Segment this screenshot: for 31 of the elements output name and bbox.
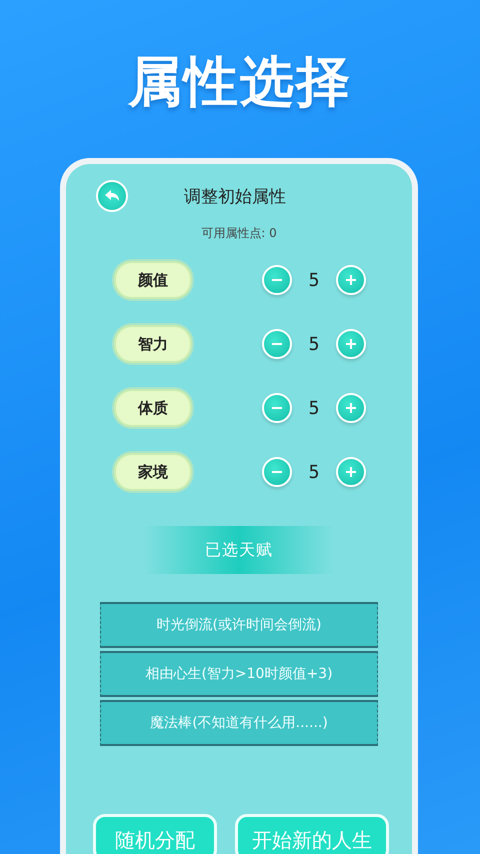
- increase-button[interactable]: [336, 457, 366, 487]
- back-arrow-icon: [105, 190, 119, 202]
- random-button[interactable]: 随机分配: [93, 814, 217, 854]
- decrease-button[interactable]: [262, 265, 292, 295]
- plus-icon: [345, 274, 357, 286]
- available-points: 可用属性点: 0: [200, 225, 278, 242]
- attribute-label: 体质: [114, 389, 192, 427]
- attribute-label: 家境: [114, 453, 192, 491]
- attribute-label: 智力: [114, 325, 192, 363]
- panel-title: 调整初始属性: [184, 186, 286, 208]
- attribute-value: 5: [308, 334, 320, 354]
- decrease-button[interactable]: [262, 393, 292, 423]
- attribute-value: 5: [308, 270, 320, 290]
- page-title: 属性选择: [126, 49, 353, 112]
- decrease-button[interactable]: [262, 457, 292, 487]
- talent-item: 时光倒流(或许时间会倒流): [100, 602, 378, 648]
- back-button[interactable]: [96, 180, 128, 212]
- attribute-value: 5: [308, 462, 320, 482]
- talents-heading: 已选天赋: [144, 526, 334, 574]
- plus-icon: [345, 402, 357, 414]
- increase-button[interactable]: [336, 393, 366, 423]
- increase-button[interactable]: [336, 329, 366, 359]
- attribute-value: 5: [308, 398, 320, 418]
- start-button[interactable]: 开始新的人生: [235, 814, 389, 854]
- plus-icon: [345, 338, 357, 350]
- talent-item: 魔法棒(不知道有什么用......): [100, 700, 378, 746]
- talent-item: 相由心生(智力>10时颜值+3): [100, 651, 378, 697]
- decrease-button[interactable]: [262, 329, 292, 359]
- increase-button[interactable]: [336, 265, 366, 295]
- attribute-label: 颜值: [114, 261, 192, 299]
- plus-icon: [345, 466, 357, 478]
